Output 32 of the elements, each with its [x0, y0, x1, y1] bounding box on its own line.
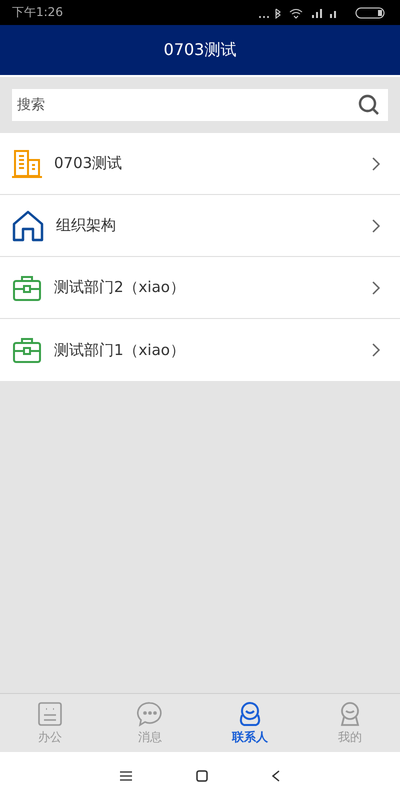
tab[interactable]: 联系人: [200, 694, 300, 752]
list-item[interactable]: 测试部门1（xiao）: [0, 319, 400, 381]
list-item[interactable]: 0703测试: [0, 133, 400, 195]
briefcase-icon: [12, 336, 42, 364]
bluetooth-icon: [276, 8, 281, 18]
signal-icon: [330, 10, 336, 18]
battery-icon: [356, 7, 384, 18]
menu-icon[interactable]: [120, 771, 132, 781]
list-item[interactable]: 测试部门2（xiao）: [0, 257, 400, 319]
header-title: 0703测试: [164, 40, 236, 60]
building-icon: [12, 148, 42, 178]
tab-label: 消息: [138, 728, 162, 746]
signal-icon: [312, 8, 322, 18]
tab-label: 办公: [38, 728, 62, 746]
search-icon: [358, 94, 380, 116]
tab-label: 联系人: [232, 728, 268, 746]
briefcase-icon: [12, 274, 42, 302]
status-time: 下午1:26: [12, 4, 63, 21]
home-square-icon[interactable]: [196, 770, 208, 782]
chevron-right-icon: [372, 218, 380, 232]
back-icon[interactable]: [272, 770, 280, 782]
search-bar[interactable]: 搜索: [12, 89, 388, 121]
chevron-right-icon: [372, 343, 380, 357]
list-item[interactable]: 组织架构: [0, 195, 400, 257]
wifi-icon: [290, 8, 302, 18]
chevron-right-icon: [372, 280, 380, 294]
tab-label: 我的: [338, 728, 362, 746]
chat-bubble-icon: [137, 700, 163, 726]
search-field[interactable]: 搜索: [15, 96, 358, 114]
document-icon: [37, 700, 63, 726]
house-icon: [12, 210, 44, 242]
chevron-right-icon: [372, 156, 380, 170]
